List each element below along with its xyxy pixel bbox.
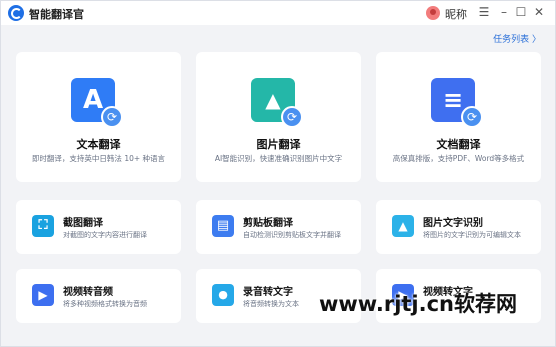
microphone-icon: ● [212, 284, 234, 306]
title-bar: 智能翻译官 昵称 ☰ – ☐ ✕ [1, 1, 555, 25]
card-desc: 将图片的文字识别为可编辑文本 [423, 231, 521, 239]
card-screenshot-translate[interactable]: ⛶ 截图翻译 对截图的文字内容进行翻译 [16, 200, 181, 254]
image-translate-icon: ▲ [251, 78, 303, 128]
card-desc: 即时翻译，支持英中日韩法 10+ 种语言 [31, 154, 166, 163]
video-icon: ▶ [32, 284, 54, 306]
task-list-link[interactable]: 任务列表 〉 [493, 32, 541, 45]
minimize-icon[interactable]: – [497, 5, 511, 19]
card-desc: 高保真排版，支持PDF、Word等多格式 [392, 154, 525, 163]
card-clipboard-translate[interactable]: ▤ 剪贴板翻译 自动检测识别剪贴板文字并翻译 [196, 200, 361, 254]
watermark-text: www.rjtj.cn软荐网 [319, 292, 518, 316]
text-translate-icon: A [71, 78, 123, 128]
card-desc: 对截图的文字内容进行翻译 [63, 231, 147, 239]
card-document-translate[interactable]: ≡ 文档翻译 高保真排版，支持PDF、Word等多格式 [376, 52, 541, 182]
sync-icon [461, 106, 483, 128]
image-glyph: ▲ [398, 219, 408, 233]
close-icon[interactable]: ✕ [532, 5, 546, 19]
clipboard-icon: ▤ [212, 215, 234, 237]
card-image-ocr[interactable]: ▲ 图片文字识别 将图片的文字识别为可编辑文本 [376, 200, 541, 254]
card-image-translate[interactable]: ▲ 图片翻译 AI智能识别，快速准确识别图片中文字 [196, 52, 361, 182]
screenshot-icon: ⛶ [32, 215, 54, 237]
card-title: 图片翻译 [256, 138, 301, 151]
app-title: 智能翻译官 [29, 8, 84, 21]
document-translate-icon: ≡ [431, 78, 483, 128]
card-desc: 将音频转换为文本 [243, 300, 299, 308]
card-title: 剪贴板翻译 [243, 218, 293, 229]
card-desc: 将多种视频格式转换为音频 [63, 300, 147, 308]
card-title: 文本翻译 [76, 138, 121, 151]
card-title: 视频转音频 [63, 287, 113, 298]
card-title: 图片文字识别 [423, 218, 483, 229]
sync-icon [281, 106, 303, 128]
card-desc: AI智能识别，快速准确识别图片中文字 [214, 154, 343, 163]
screenshot-glyph: ⛶ [38, 218, 48, 233]
card-title: 录音转文字 [243, 287, 293, 298]
user-nickname[interactable]: 昵称 [445, 6, 467, 22]
card-text-translate[interactable]: A 文本翻译 即时翻译，支持英中日韩法 10+ 种语言 [16, 52, 181, 182]
clipboard-glyph: ▤ [216, 218, 230, 233]
card-title: 文档翻译 [436, 138, 481, 151]
play-glyph: ▶ [38, 288, 48, 302]
microphone-glyph: ● [218, 288, 228, 301]
card-video-to-audio[interactable]: ▶ 视频转音频 将多种视频格式转换为音频 [16, 269, 181, 323]
avatar[interactable] [426, 6, 440, 20]
image-icon: ▲ [392, 215, 414, 237]
app-logo-icon [8, 5, 24, 21]
maximize-icon[interactable]: ☐ [514, 5, 528, 19]
sync-icon [101, 106, 123, 128]
card-desc: 自动检测识别剪贴板文字并翻译 [243, 231, 341, 239]
card-title: 截图翻译 [63, 218, 103, 229]
menu-icon[interactable]: ☰ [477, 5, 491, 19]
app-window: 智能翻译官 昵称 ☰ – ☐ ✕ 任务列表 〉 A 文本翻译 即时翻译，支持英中… [0, 0, 556, 347]
